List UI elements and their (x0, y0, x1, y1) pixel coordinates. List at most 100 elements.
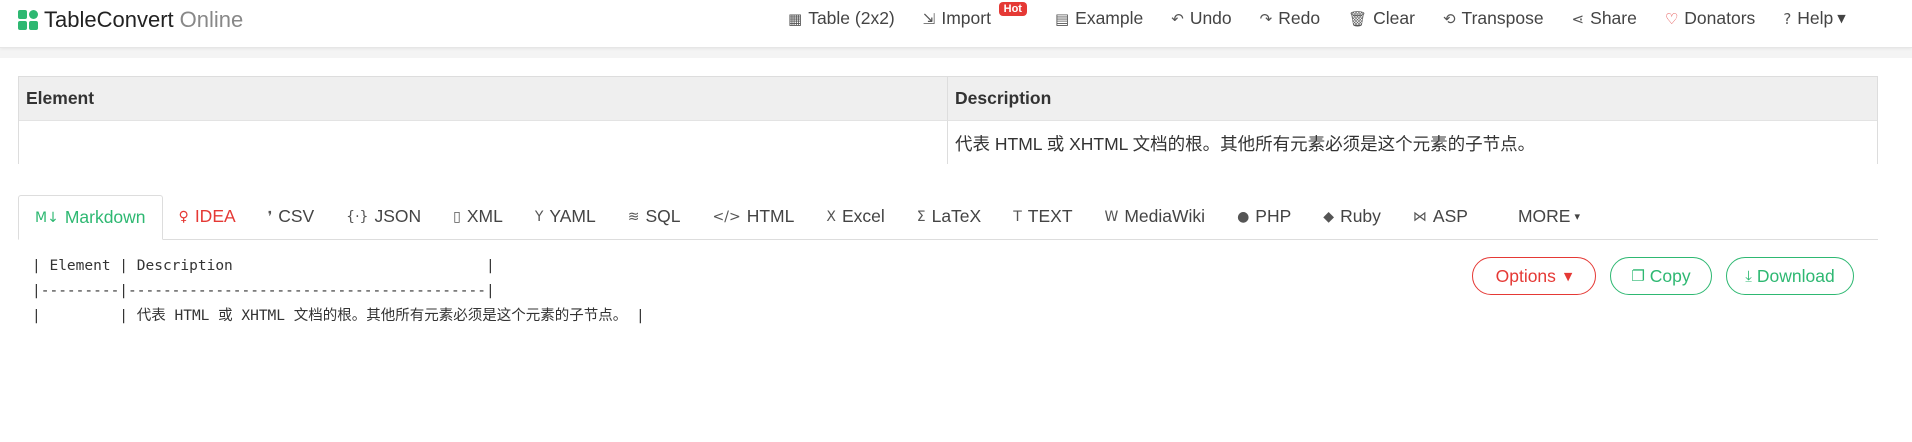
tab-xml[interactable]: ▯ XML (437, 194, 519, 239)
caret-down-icon: ▾ (1574, 210, 1580, 223)
tab-sql[interactable]: ≋ SQL (612, 194, 697, 239)
tab-more[interactable]: MORE ▾ (1502, 194, 1596, 239)
tab-ruby[interactable]: ◆ Ruby (1307, 194, 1397, 239)
tab-label: TEXT (1027, 206, 1073, 226)
clear-button[interactable]: 🗑 Clear (1348, 8, 1415, 29)
tab-label: XML (466, 206, 503, 226)
tab-label: JSON (374, 206, 422, 226)
tab-label: Excel (841, 206, 885, 226)
nav-label: Donators (1684, 8, 1756, 28)
caret-down-icon: ▼ (1563, 269, 1573, 283)
tab-json[interactable]: {·} JSON (330, 194, 437, 239)
tab-label: ASP (1432, 206, 1468, 226)
tab-asp[interactable]: ⋈ ASP (1397, 194, 1484, 239)
help-button[interactable]: ? Help ▼ (1783, 8, 1845, 29)
table-header-cell[interactable]: Description (948, 77, 1877, 121)
transpose-button[interactable]: ⟲ Transpose (1443, 8, 1544, 29)
tab-label: LaTeX (931, 206, 982, 226)
options-label: Options (1495, 265, 1556, 286)
import-icon: ⇲ (922, 9, 936, 28)
tab-excel[interactable]: X Excel (810, 194, 900, 239)
main-panel: Element Description 代表 HTML 或 XHTML 文档的根… (0, 58, 1912, 442)
nav-label: Help (1797, 8, 1834, 28)
brand-logo-icon (18, 10, 38, 30)
help-icon: ? (1783, 9, 1792, 28)
xml-icon: ▯ (453, 208, 461, 225)
tab-idea[interactable]: ♀ IDEA (163, 194, 252, 239)
nav-menu: ▦ Table (2x2) ⇲ Import Hot ▤ Example ↶ Undo ↷ Redo… (788, 2, 1874, 29)
tab-latex[interactable]: Σ LaTeX (901, 194, 997, 239)
code-line: |---------|-----------------------------… (32, 283, 495, 299)
yaml-icon: Y (534, 208, 544, 225)
nav-label: Example (1075, 8, 1144, 28)
output-actions: Options ▼ ❐ Copy ⤓ Download (1472, 257, 1854, 295)
tab-mediawiki[interactable]: W MediaWiki (1089, 194, 1222, 239)
import-button[interactable]: ⇲ Import Hot (922, 2, 1027, 29)
table-header-row: Element Description (19, 77, 1877, 121)
tab-csv[interactable]: ❜ CSV (252, 194, 331, 239)
table-cell[interactable]: 代表 HTML 或 XHTML 文档的根。其他所有元素必须是这个元素的子节点。 (948, 121, 1877, 164)
brand[interactable]: TableConvert Online (18, 7, 243, 33)
tab-text[interactable]: T TEXT (997, 194, 1088, 239)
table-cell[interactable] (19, 121, 948, 164)
tab-label: Markdown (64, 207, 146, 227)
copy-icon: ❐ (1631, 267, 1645, 285)
copy-label: Copy (1649, 265, 1691, 286)
nav-label: Table (2x2) (808, 8, 895, 28)
database-icon: ≋ (627, 208, 640, 225)
code-line: | Element | Description | (32, 258, 495, 274)
wiki-icon: W (1104, 208, 1119, 225)
undo-icon: ↶ (1171, 9, 1184, 28)
code-icon: </> (712, 208, 741, 225)
share-icon: ⋖ (1571, 9, 1585, 28)
tab-label: MORE (1517, 206, 1571, 226)
text-icon: T (1013, 208, 1022, 225)
transpose-icon: ⟲ (1442, 9, 1456, 28)
tab-html[interactable]: </> HTML (697, 194, 811, 239)
json-icon: {·} (346, 208, 369, 225)
nav-label: Import (941, 8, 991, 28)
download-button[interactable]: ⤓ Download (1726, 257, 1854, 295)
php-icon: ● (1237, 208, 1250, 225)
copy-button[interactable]: ❐ Copy (1610, 257, 1712, 295)
options-button[interactable]: Options ▼ (1472, 257, 1596, 295)
brand-name: TableConvert (44, 7, 174, 32)
table-size-button[interactable]: ▦ Table (2x2) (788, 8, 895, 29)
tab-yaml[interactable]: Y YAML (519, 194, 612, 239)
redo-icon: ↷ (1259, 9, 1273, 28)
tab-php[interactable]: ● PHP (1221, 194, 1307, 239)
asp-icon: ⋈ (1412, 208, 1427, 225)
nav-label: Transpose (1461, 8, 1544, 28)
format-tabs: M↓ Markdown ♀ IDEA ❜ CSV {·} JSON ▯ XML Y YAML ≋ SQL <… (18, 195, 1878, 240)
sigma-icon: Σ (916, 208, 926, 225)
lightbulb-icon: ♀ (178, 208, 189, 225)
example-button[interactable]: ▤ Example (1055, 8, 1143, 29)
tab-label: HTML (746, 206, 795, 226)
excel-icon: X (826, 208, 836, 225)
markdown-icon: M↓ (35, 209, 59, 226)
tab-label: SQL (645, 206, 681, 226)
redo-button[interactable]: ↷ Redo (1260, 8, 1320, 29)
nav-label: Redo (1278, 8, 1321, 28)
tab-label: PHP (1255, 206, 1292, 226)
tab-markdown[interactable]: M↓ Markdown (18, 195, 163, 240)
share-button[interactable]: ⋖ Share (1572, 8, 1637, 29)
table-header-cell[interactable]: Element (19, 77, 948, 121)
top-navbar: TableConvert Online ▦ Table (2x2) ⇲ Import H… (0, 0, 1912, 48)
heart-icon: ♡ (1664, 9, 1679, 28)
tab-label: CSV (278, 206, 315, 226)
markdown-output[interactable]: | Element | Description | |---------|----… (32, 254, 645, 329)
hot-badge: Hot (998, 2, 1027, 16)
download-icon: ⤓ (1745, 267, 1752, 285)
brand-suffix: Online (179, 7, 244, 32)
undo-button[interactable]: ↶ Undo (1171, 8, 1231, 29)
tab-label: YAML (549, 206, 596, 226)
nav-label: Undo (1189, 8, 1232, 28)
code-line: | | 代表 HTML 或 XHTML 文档的根。其他所有元素必须是这个元素的子… (32, 308, 645, 324)
trash-icon: 🗑 (1348, 9, 1368, 28)
example-icon: ▤ (1054, 9, 1070, 28)
nav-label: Share (1590, 8, 1637, 28)
ruby-icon: ◆ (1323, 208, 1335, 225)
donators-button[interactable]: ♡ Donators (1665, 8, 1755, 29)
preview-table: Element Description 代表 HTML 或 XHTML 文档的根… (18, 76, 1878, 164)
